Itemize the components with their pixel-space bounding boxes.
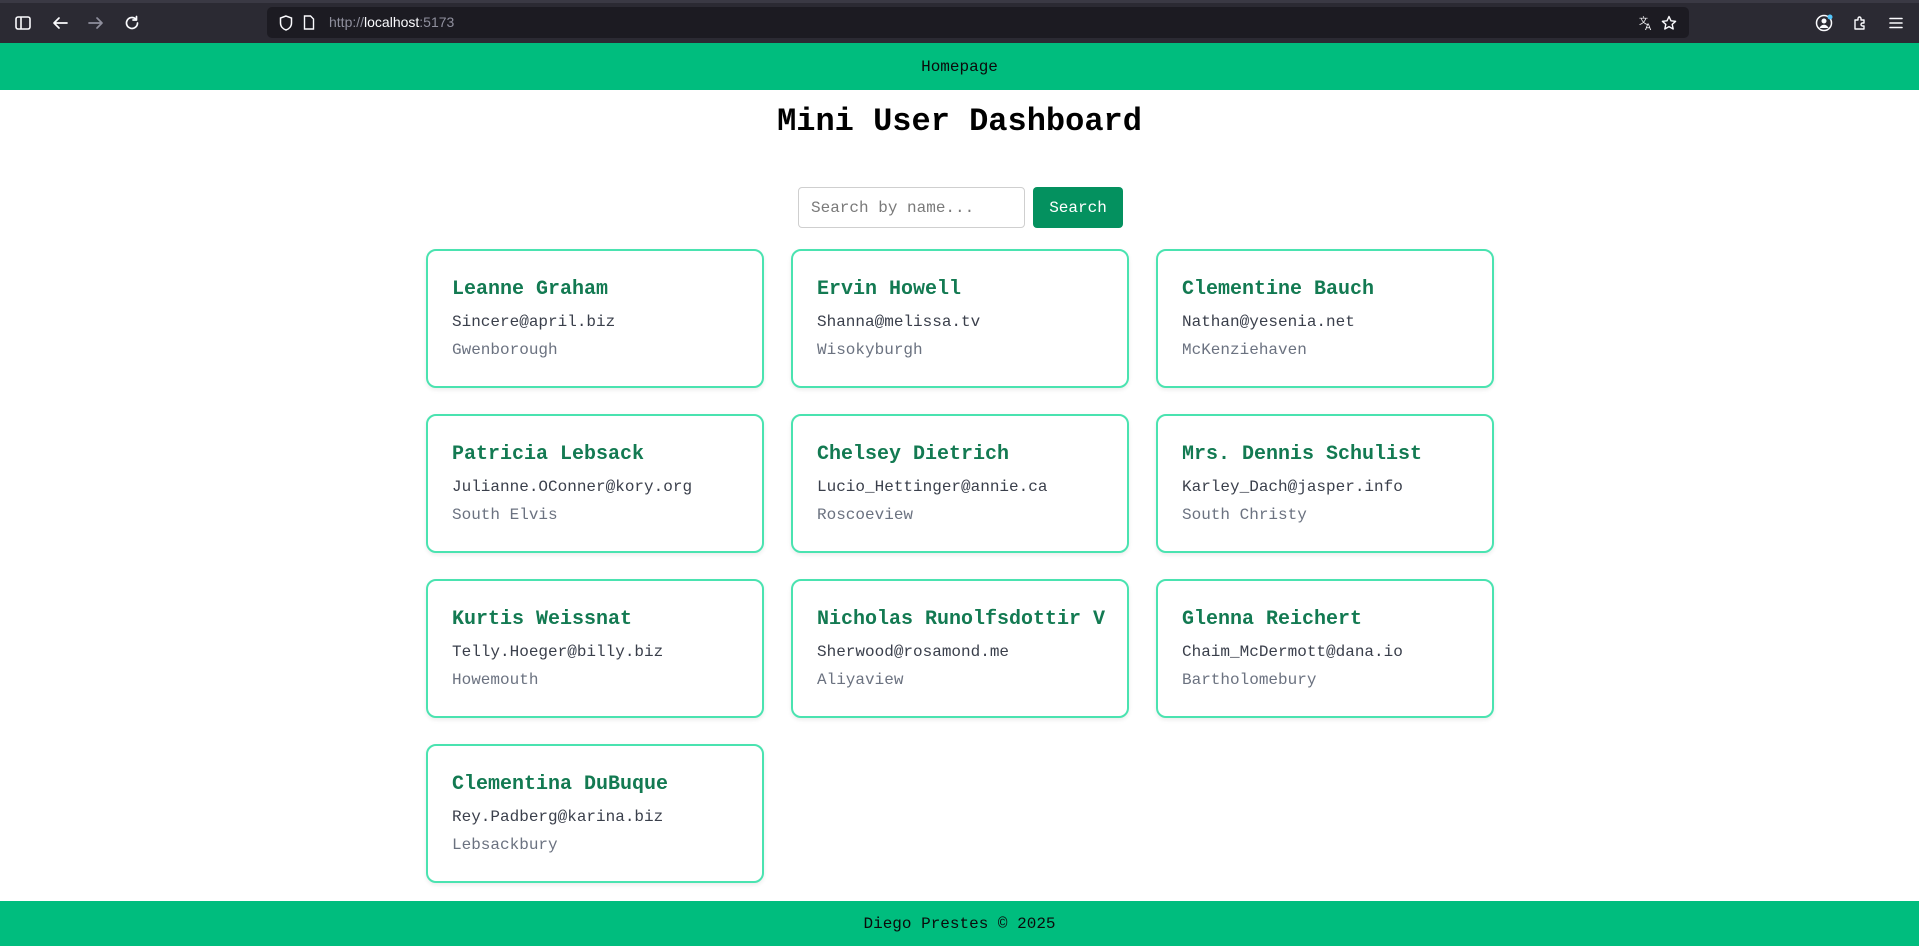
user-name: Nicholas Runolfsdottir V <box>817 608 1106 631</box>
user-email: Julianne.OConner@kory.org <box>452 478 693 496</box>
bookmark-star-icon[interactable] <box>1657 7 1681 38</box>
user-city: McKenziehaven <box>1182 341 1307 359</box>
site-header: Homepage <box>0 43 1919 90</box>
user-email: Telly.Hoeger@billy.biz <box>452 643 664 661</box>
user-card: Glenna Reichert Chaim_McDermott@dana.io … <box>1156 579 1494 718</box>
account-icon[interactable] <box>1809 3 1839 43</box>
user-city: Bartholomebury <box>1182 671 1317 689</box>
forward-icon[interactable] <box>81 3 111 43</box>
user-name: Clementine Bauch <box>1182 278 1375 301</box>
page-title: Mini User Dashboard <box>777 103 1142 140</box>
sidebar-icon[interactable] <box>8 3 38 43</box>
user-city: Lebsackbury <box>452 836 558 854</box>
user-city: Gwenborough <box>452 341 558 359</box>
site-footer: Diego Prestes © 2025 <box>0 901 1919 946</box>
user-email: Karley_Dach@jasper.info <box>1182 478 1403 496</box>
user-city: South Christy <box>1182 506 1307 524</box>
user-city: Aliyaview <box>817 671 904 689</box>
user-card: Leanne Graham Sincere@april.biz Gwenboro… <box>426 249 764 388</box>
search-input[interactable] <box>798 187 1025 228</box>
search-form: Search <box>798 187 1123 228</box>
url-text[interactable]: http://localhost:5173 <box>329 7 454 38</box>
user-card: Clementine Bauch Nathan@yesenia.net McKe… <box>1156 249 1494 388</box>
user-name: Chelsey Dietrich <box>817 443 1010 466</box>
user-card: Nicholas Runolfsdottir V Sherwood@rosamo… <box>791 579 1129 718</box>
extensions-icon[interactable] <box>1845 3 1875 43</box>
svg-text:A: A <box>1645 23 1652 31</box>
reload-icon[interactable] <box>117 3 147 43</box>
user-card: Mrs. Dennis Schulist Karley_Dach@jasper.… <box>1156 414 1494 553</box>
user-card-grid: Leanne Graham Sincere@april.biz Gwenboro… <box>426 249 1494 883</box>
user-city: Wisokyburgh <box>817 341 923 359</box>
user-card: Patricia Lebsack Julianne.OConner@kory.o… <box>426 414 764 553</box>
user-name: Clementina DuBuque <box>452 773 669 796</box>
back-icon[interactable] <box>45 3 75 43</box>
user-card: Ervin Howell Shanna@melissa.tv Wisokybur… <box>791 249 1129 388</box>
user-email: Lucio_Hettinger@annie.ca <box>817 478 1048 496</box>
user-email: Rey.Padberg@karina.biz <box>452 808 664 826</box>
user-name: Patricia Lebsack <box>452 443 645 466</box>
user-name: Leanne Graham <box>452 278 609 301</box>
user-card: Clementina DuBuque Rey.Padberg@karina.bi… <box>426 744 764 883</box>
user-city: Roscoeview <box>817 506 914 524</box>
shield-icon[interactable] <box>274 7 298 38</box>
menu-icon[interactable] <box>1881 3 1911 43</box>
address-bar[interactable]: http://localhost:5173 文A <box>267 7 1689 38</box>
user-city: Howemouth <box>452 671 539 689</box>
user-card: Chelsey Dietrich Lucio_Hettinger@annie.c… <box>791 414 1129 553</box>
search-button[interactable]: Search <box>1033 187 1123 228</box>
user-email: Sherwood@rosamond.me <box>817 643 1010 661</box>
translate-icon[interactable]: 文A <box>1634 7 1658 38</box>
user-city: South Elvis <box>452 506 558 524</box>
footer-text: Diego Prestes © 2025 <box>863 914 1056 933</box>
user-email: Sincere@april.biz <box>452 313 616 331</box>
page-icon[interactable] <box>297 7 321 38</box>
user-name: Ervin Howell <box>817 278 962 301</box>
user-name: Glenna Reichert <box>1182 608 1363 631</box>
user-email: Chaim_McDermott@dana.io <box>1182 643 1403 661</box>
browser-toolbar: http://localhost:5173 文A <box>0 0 1919 43</box>
user-name: Kurtis Weissnat <box>452 608 633 631</box>
user-name: Mrs. Dennis Schulist <box>1182 443 1423 466</box>
user-email: Nathan@yesenia.net <box>1182 313 1355 331</box>
user-email: Shanna@melissa.tv <box>817 313 981 331</box>
user-card: Kurtis Weissnat Telly.Hoeger@billy.biz H… <box>426 579 764 718</box>
nav-homepage-link[interactable]: Homepage <box>921 58 998 76</box>
